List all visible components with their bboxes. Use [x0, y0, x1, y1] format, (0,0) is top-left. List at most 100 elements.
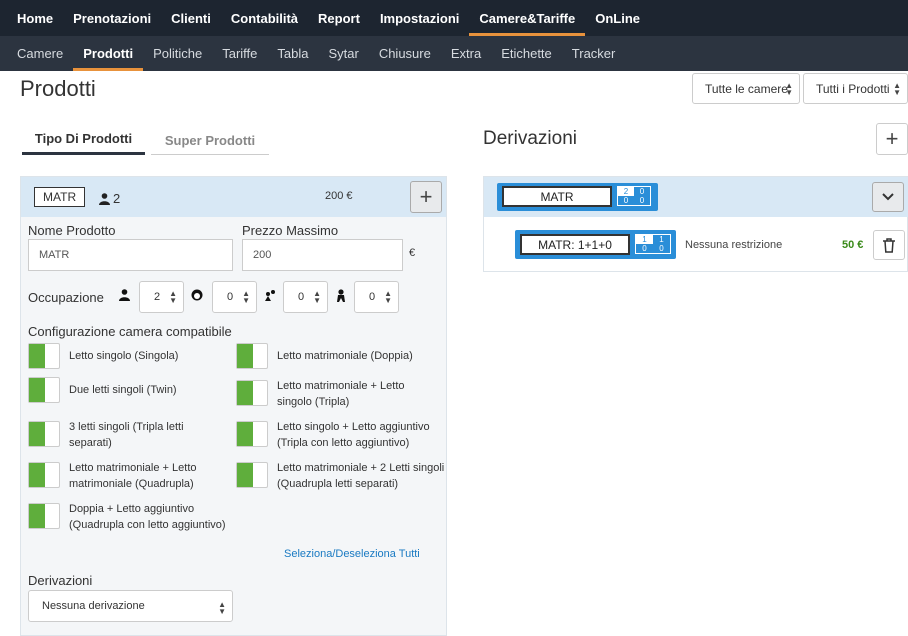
- subnav-item-tabla[interactable]: Tabla: [267, 36, 318, 71]
- prezzo-massimo-input[interactable]: 200: [242, 239, 403, 271]
- occ-adulti-value: 2: [154, 291, 161, 303]
- subnav-item-tracker[interactable]: Tracker: [562, 36, 626, 71]
- sub-nav: Camere Prodotti Politiche Tariffe Tabla Sytar…: [0, 36, 908, 71]
- tab-super-prodotti[interactable]: Super Prodotti: [151, 125, 269, 155]
- derivazioni-value: Nessuna derivazione: [42, 600, 145, 612]
- subnav-item-chiusure[interactable]: Chiusure: [369, 36, 441, 71]
- derivazione-base-name: MATR: [502, 186, 612, 207]
- topnav-item-online[interactable]: OnLine: [585, 0, 650, 36]
- nome-prodotto-input[interactable]: MATR: [28, 239, 233, 271]
- config-label-singola: Letto singolo (Singola): [69, 350, 179, 362]
- updown-icon: ▲ ▼: [218, 600, 226, 616]
- nome-prodotto-label: Nome Prodotto: [28, 223, 116, 238]
- product-price: 200 €: [325, 190, 353, 202]
- person-icon: [99, 192, 110, 205]
- grid-cell: 0: [659, 244, 664, 253]
- derivazione-row-pill[interactable]: MATR: 1+1+0 1 1 0 0: [515, 230, 676, 259]
- occ-infanti-value: 0: [298, 291, 305, 303]
- config-label-quadrupla-separati: Letto matrimoniale + 2 Letti singoli (Qu…: [277, 462, 445, 490]
- subnav-item-politiche[interactable]: Politiche: [143, 36, 212, 71]
- updown-icon: ▲ ▼: [313, 289, 321, 305]
- adult-icon: [119, 289, 130, 304]
- prodotti-filter-label: Tutti i Prodotti: [816, 81, 890, 96]
- topnav-item-report[interactable]: Report: [308, 0, 370, 36]
- add-product-button[interactable]: +: [410, 181, 442, 213]
- topnav-item-home[interactable]: Home: [0, 0, 63, 36]
- restriction-text: Nessuna restrizione: [685, 239, 783, 251]
- product-card-header: MATR 2 200 € +: [21, 177, 446, 217]
- subnav-item-etichette[interactable]: Etichette: [491, 36, 562, 71]
- occupazione-adulti-select[interactable]: 2 ▲ ▼: [139, 281, 184, 313]
- tab-tipo-di-prodotti[interactable]: Tipo Di Prodotti: [22, 125, 145, 155]
- delete-derivazione-button[interactable]: [873, 230, 905, 260]
- derivazioni-label: Derivazioni: [28, 573, 93, 588]
- grid-cell: 0: [639, 196, 645, 205]
- toggle-config-quadrupla-separati[interactable]: [236, 462, 268, 488]
- occupancy-grid: 1 1 0 0: [635, 234, 671, 254]
- toggle-config-tripla-separati[interactable]: [28, 421, 60, 447]
- derivazioni-select[interactable]: Nessuna derivazione ▲ ▼: [28, 590, 233, 622]
- product-card: MATR 2 200 € + Nome Prodotto MATR Prezzo…: [20, 176, 447, 636]
- config-label-tripla-aggiuntivo: Letto singolo + Letto aggiuntivo (Tripla…: [277, 421, 430, 449]
- derivazioni-header: MATR 2 0 0 0: [484, 177, 908, 217]
- config-label-tripla: Letto matrimoniale + Letto singolo (Trip…: [277, 380, 405, 408]
- topnav-item-clienti[interactable]: Clienti: [161, 0, 221, 36]
- grid-cell: 0: [642, 244, 647, 253]
- occ-bambini-value: 0: [227, 291, 234, 303]
- config-label-twin: Due letti singoli (Twin): [69, 384, 177, 396]
- grid-cell: 0: [623, 196, 629, 205]
- config-label: Configurazione camera compatibile: [28, 324, 232, 339]
- toggle-config-tripla-aggiuntivo[interactable]: [236, 421, 268, 447]
- add-derivazione-button[interactable]: +: [876, 123, 908, 155]
- select-all-link[interactable]: Seleziona/Deseleziona Tutti: [284, 548, 420, 560]
- camere-filter-select[interactable]: Tutte le camere ▲ ▼: [692, 73, 800, 104]
- config-label-doppia: Letto matrimoniale (Doppia): [277, 350, 413, 362]
- occupazione-infanti-select[interactable]: 0 ▲ ▼: [283, 281, 328, 313]
- top-nav: Home Prenotazioni Clienti Contabilità Report…: [0, 0, 908, 36]
- prodotti-filter-select[interactable]: Tutti i Prodotti ▲ ▼: [803, 73, 908, 104]
- subnav-item-prodotti[interactable]: Prodotti: [73, 36, 144, 71]
- occupazione-label: Occupazione: [28, 290, 104, 305]
- grid-cell: 0: [639, 187, 645, 196]
- toggle-config-singola[interactable]: [28, 343, 60, 369]
- infant-icon: [264, 289, 276, 304]
- config-label-quadrupla: Letto matrimoniale + Letto matrimoniale …: [69, 462, 197, 490]
- page-title: Prodotti: [20, 76, 96, 101]
- persons-count: 2: [99, 191, 120, 206]
- grid-cell: 2: [618, 187, 634, 196]
- prezzo-massimo-label: Prezzo Massimo: [242, 223, 339, 238]
- derivazione-base-pill[interactable]: MATR 2 0 0 0: [497, 183, 658, 211]
- toggle-config-doppia[interactable]: [236, 343, 268, 369]
- updown-icon: ▲ ▼: [242, 289, 250, 305]
- expand-button[interactable]: [872, 182, 904, 212]
- product-badge: MATR: [34, 187, 86, 207]
- persons-value: 2: [113, 191, 121, 206]
- config-label-quadrupla-aggiuntivo: Doppia + Letto aggiuntivo (Quadrupla con…: [69, 503, 226, 531]
- derivazione-row-name: MATR: 1+1+0: [520, 234, 630, 255]
- toggle-config-twin[interactable]: [28, 377, 60, 403]
- occupazione-bambini-select[interactable]: 0 ▲ ▼: [212, 281, 257, 313]
- child-icon: [191, 289, 203, 304]
- occupancy-grid: 2 0 0 0: [617, 186, 651, 206]
- derivazioni-title: Derivazioni: [483, 128, 577, 149]
- topnav-item-camere-tariffe[interactable]: Camere&Tariffe: [469, 0, 586, 36]
- product-tabs: Tipo Di Prodotti Super Prodotti: [22, 125, 269, 155]
- currency-label: €: [409, 247, 416, 259]
- subnav-item-sytar[interactable]: Sytar: [318, 36, 368, 71]
- config-label-tripla-separati: 3 letti singoli (Tripla letti separati): [69, 421, 184, 449]
- subnav-item-camere[interactable]: Camere: [0, 36, 73, 71]
- toggle-config-quadrupla[interactable]: [28, 462, 60, 488]
- derivazioni-panel: MATR 2 0 0 0 MATR: 1+1+0 1 1 0 0 Nessuna…: [483, 176, 908, 272]
- updown-icon: ▲ ▼: [893, 81, 901, 97]
- chevron-down-icon: [882, 193, 894, 201]
- baby-icon: [335, 289, 347, 305]
- topnav-item-impostazioni[interactable]: Impostazioni: [370, 0, 469, 36]
- topnav-item-prenotazioni[interactable]: Prenotazioni: [63, 0, 161, 36]
- toggle-config-quadrupla-aggiuntivo[interactable]: [28, 503, 60, 529]
- subnav-item-tariffe[interactable]: Tariffe: [212, 36, 267, 71]
- subnav-item-extra[interactable]: Extra: [441, 36, 491, 71]
- occupazione-neonati-select[interactable]: 0 ▲ ▼: [354, 281, 399, 313]
- grid-cell: 1: [636, 235, 653, 244]
- toggle-config-tripla[interactable]: [236, 380, 268, 406]
- topnav-item-contabilit-[interactable]: Contabilità: [221, 0, 308, 36]
